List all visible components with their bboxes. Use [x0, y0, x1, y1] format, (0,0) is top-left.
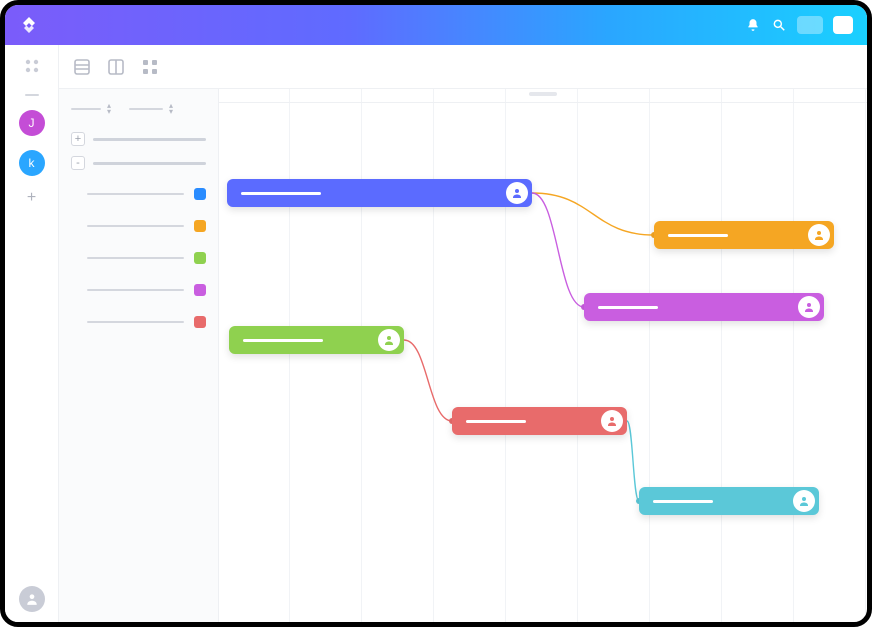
color-chip-icon	[194, 252, 206, 264]
group-collapsed[interactable]: +	[71, 132, 206, 146]
list-view-icon[interactable]	[73, 58, 91, 76]
task-label	[87, 257, 184, 259]
sidebar-task-item[interactable]	[71, 274, 206, 306]
task-title	[598, 306, 658, 309]
group-expanded[interactable]: -	[71, 156, 206, 170]
filter-1[interactable]: ▴▾	[71, 103, 111, 114]
sidebar-task-item[interactable]	[71, 210, 206, 242]
grid-view-icon[interactable]	[141, 58, 159, 76]
rail-divider	[25, 94, 39, 96]
gantt-chart[interactable]	[219, 89, 867, 622]
apps-icon[interactable]	[23, 57, 41, 80]
task-label	[87, 225, 184, 227]
filter-2[interactable]: ▴▾	[129, 103, 173, 114]
task-title	[243, 339, 323, 342]
gantt-task-bar[interactable]	[654, 221, 834, 249]
topbar-action-1[interactable]	[797, 16, 823, 34]
assignee-avatar-icon[interactable]	[793, 490, 815, 512]
view-toolbar	[59, 45, 867, 89]
user-avatar-icon[interactable]	[19, 586, 45, 612]
gantt-task-bar[interactable]	[452, 407, 627, 435]
group-label	[93, 138, 206, 141]
task-title	[241, 192, 321, 195]
color-chip-icon	[194, 316, 206, 328]
app-window: J k +	[0, 0, 872, 627]
search-icon[interactable]	[771, 17, 787, 33]
color-chip-icon	[194, 284, 206, 296]
sidebar-task-item[interactable]	[71, 242, 206, 274]
task-label	[87, 289, 184, 291]
sidebar-task-item[interactable]	[71, 306, 206, 338]
workspace-avatar-j[interactable]: J	[19, 110, 45, 136]
assignee-avatar-icon[interactable]	[601, 410, 623, 432]
expand-icon[interactable]: +	[71, 132, 85, 146]
assignee-avatar-icon[interactable]	[808, 224, 830, 246]
bell-icon[interactable]	[745, 17, 761, 33]
topbar	[5, 5, 867, 45]
task-label	[87, 321, 184, 323]
gantt-task-bar[interactable]	[584, 293, 824, 321]
color-chip-icon	[194, 188, 206, 200]
add-workspace-button[interactable]: +	[27, 190, 36, 206]
workspace-avatar-k[interactable]: k	[19, 150, 45, 176]
topbar-action-2[interactable]	[833, 16, 853, 34]
task-title	[668, 234, 728, 237]
collapse-icon[interactable]: -	[71, 156, 85, 170]
left-rail: J k +	[5, 45, 59, 622]
timeline-ruler[interactable]	[219, 89, 867, 103]
task-sidebar: ▴▾ ▴▾ + -	[59, 89, 219, 622]
sidebar-task-item[interactable]	[71, 178, 206, 210]
task-title	[466, 420, 526, 423]
group-label	[93, 162, 206, 165]
gantt-task-bar[interactable]	[227, 179, 532, 207]
gantt-task-bar[interactable]	[639, 487, 819, 515]
gantt-task-bar[interactable]	[229, 326, 404, 354]
assignee-avatar-icon[interactable]	[798, 296, 820, 318]
task-label	[87, 193, 184, 195]
assignee-avatar-icon[interactable]	[378, 329, 400, 351]
board-view-icon[interactable]	[107, 58, 125, 76]
assignee-avatar-icon[interactable]	[506, 182, 528, 204]
ruler-handle-icon[interactable]	[529, 92, 557, 96]
task-title	[653, 500, 713, 503]
color-chip-icon	[194, 220, 206, 232]
sidebar-filters: ▴▾ ▴▾	[71, 103, 206, 114]
app-logo-icon[interactable]	[19, 15, 39, 35]
